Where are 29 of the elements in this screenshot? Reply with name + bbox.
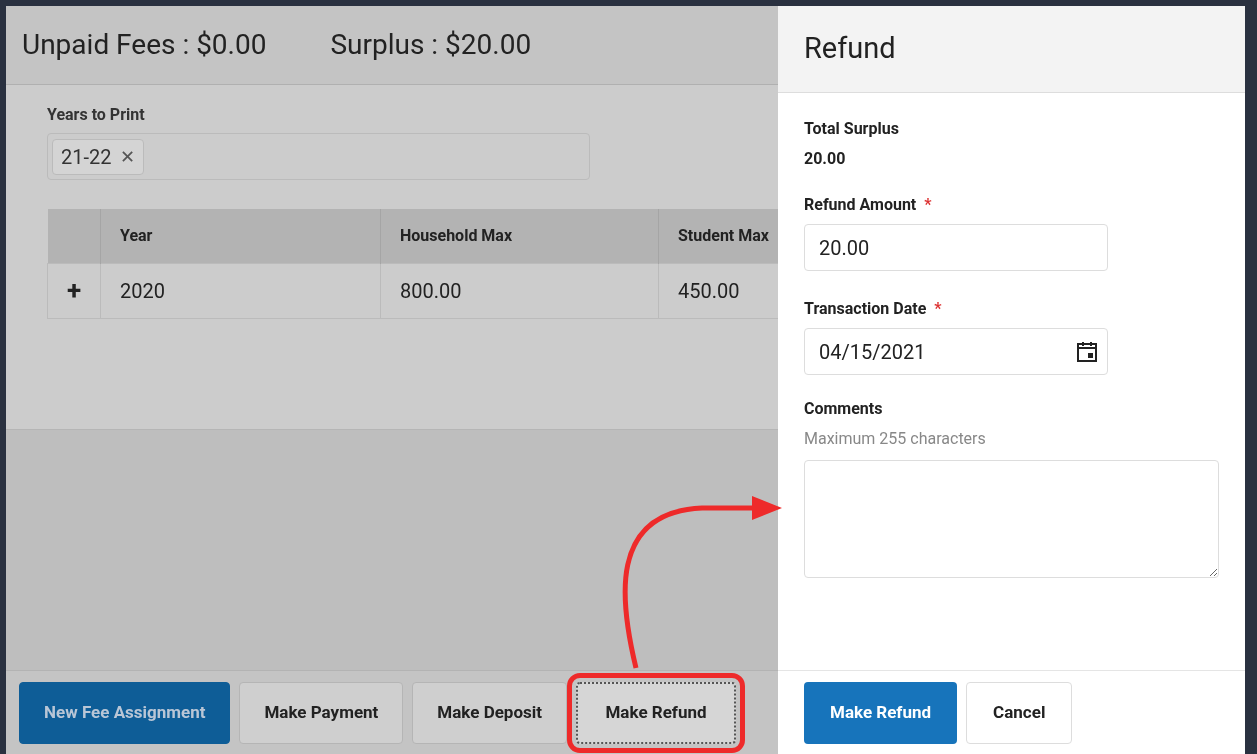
input-field[interactable]: 20.00 <box>804 224 1108 271</box>
field-label: Transaction Date <box>804 298 927 320</box>
expand-button[interactable]: + <box>47 263 101 318</box>
field-label: Refund Amount <box>804 194 917 216</box>
panel-button[interactable]: Cancel <box>966 681 1073 744</box>
action-button[interactable]: Make Deposit <box>412 681 568 744</box>
panel-title: Refund <box>778 6 1245 93</box>
panel-button[interactable]: Make Refund <box>804 681 958 744</box>
column-header: Household Max <box>380 209 659 263</box>
summary-amount: Surplus : $20.00 <box>330 27 532 63</box>
required-mark: * <box>934 298 942 320</box>
field-label: Years to Print <box>47 104 146 126</box>
table-cell: 800.00 <box>380 263 659 318</box>
action-button[interactable]: Make Payment <box>239 681 404 744</box>
required-mark: * <box>924 194 932 216</box>
calendar-icon[interactable] <box>1075 339 1099 364</box>
action-button[interactable]: New Fee Assignment <box>19 681 231 744</box>
year-chip[interactable]: 21-22 ✕ <box>52 138 144 175</box>
table-cell: 2020 <box>100 263 381 318</box>
total-value: 20.00 <box>804 148 847 170</box>
date-field[interactable]: 04/15/2021 <box>804 328 1108 375</box>
years-field[interactable]: 21-22 ✕ <box>47 133 590 180</box>
remove-icon[interactable]: ✕ <box>119 143 135 170</box>
comments-field[interactable] <box>804 460 1219 578</box>
column-header: Year <box>100 209 381 263</box>
field-label: Comments <box>804 398 884 420</box>
field-label: Total Surplus <box>804 118 900 140</box>
summary-amount: Unpaid Fees : $0.00 <box>22 27 267 63</box>
field-hint: Maximum 255 characters <box>804 428 987 450</box>
